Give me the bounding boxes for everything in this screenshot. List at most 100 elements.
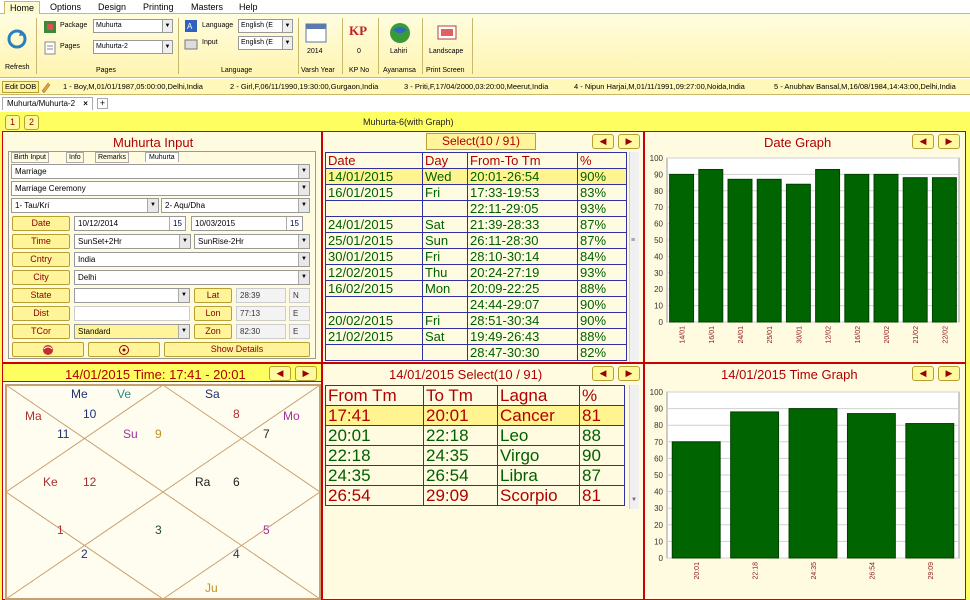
pencil-icon[interactable] bbox=[40, 81, 52, 93]
edit-dob-button[interactable]: Edit DOB bbox=[2, 81, 40, 93]
next-button[interactable]: ▶ bbox=[618, 366, 640, 381]
locate-button[interactable] bbox=[88, 342, 160, 357]
table-row[interactable]: 21/02/2015 Sat 19:49-26:43 88% bbox=[325, 328, 627, 345]
table-row[interactable]: 20:01 22:18 Leo 88 bbox=[325, 425, 625, 446]
country-select[interactable]: India ▼ bbox=[74, 252, 310, 267]
subtab-remarks[interactable]: Remarks bbox=[95, 152, 130, 163]
city-select[interactable]: Delhi ▼ bbox=[74, 270, 310, 285]
previous-button[interactable]: ◀ bbox=[592, 134, 614, 149]
previous-button[interactable]: ◀ bbox=[592, 366, 614, 381]
time-graph-pane: 14/01/2015 Time Graph ◀ ▶ 0 10 20 30 40 50 60 7… bbox=[644, 363, 966, 600]
print-screen-button[interactable]: Print Screen bbox=[426, 67, 465, 74]
kp-number-button[interactable]: KP No bbox=[349, 67, 369, 74]
table-row[interactable]: 24:44-29:07 90% bbox=[325, 296, 627, 313]
district-field[interactable] bbox=[74, 306, 190, 321]
state-select[interactable]: ▼ bbox=[74, 288, 190, 303]
calendar-icon[interactable] bbox=[305, 21, 327, 43]
y-tick-label: 40 bbox=[654, 488, 663, 497]
input-select[interactable]: English (E ▼ bbox=[238, 36, 293, 50]
event-type-select[interactable]: Marriage Ceremony ▼ bbox=[11, 181, 310, 196]
table-row[interactable]: 17:41 20:01 Cancer 81 bbox=[325, 405, 625, 426]
table-row[interactable]: 22:11-29:05 93% bbox=[325, 200, 627, 217]
scrollbar[interactable]: ≡ bbox=[629, 152, 639, 362]
start-date-field[interactable]: 10/12/2014 15 bbox=[74, 216, 186, 231]
next-button[interactable]: ▶ bbox=[938, 134, 960, 149]
next-button[interactable]: ▶ bbox=[938, 366, 960, 381]
subtab-info[interactable]: Info bbox=[66, 152, 84, 163]
show-details-button[interactable]: Show Details bbox=[164, 342, 310, 357]
previous-button[interactable]: ◀ bbox=[269, 366, 291, 381]
world-map-button[interactable] bbox=[12, 342, 84, 357]
scrollbar[interactable]: ▼ bbox=[629, 385, 639, 509]
table-row[interactable]: 24:35 26:54 Libra 87 bbox=[325, 465, 625, 486]
table-cell: 26:54 bbox=[325, 485, 424, 506]
muhurta-input-pane: Muhurta Input Birth Input Info Remarks M… bbox=[2, 131, 322, 363]
calendar-icon[interactable]: 15 bbox=[169, 217, 185, 230]
tab-options[interactable]: Options bbox=[45, 1, 86, 14]
refresh-button[interactable]: Refresh bbox=[5, 64, 30, 71]
subtab-muhurta[interactable]: Muhurta bbox=[145, 152, 179, 162]
start-time-select[interactable]: SunSet+2Hr ▼ bbox=[74, 234, 191, 249]
x-tick-label: 16/01 bbox=[709, 326, 716, 344]
nakshatra-2-select[interactable]: 2- Aqu/Dha ▼ bbox=[161, 198, 310, 213]
dob-entry-4[interactable]: 4 - Nipun Harjai,M,01/11/1991,09:27:00,N… bbox=[574, 82, 745, 91]
pages-select[interactable]: Muhurta-2 ▼ bbox=[93, 40, 173, 54]
dob-entry-1[interactable]: 1 - Boy,M,01/01/1987,05:00:00,Delhi,Indi… bbox=[63, 82, 203, 91]
chevron-down-icon: ▼ bbox=[298, 253, 309, 266]
close-icon[interactable]: × bbox=[83, 99, 88, 108]
scrollbar-thumb[interactable]: ≡ bbox=[631, 237, 638, 249]
time-correction-select[interactable]: Standard ▼ bbox=[74, 324, 190, 339]
table-row[interactable]: 22:18 24:35 Virgo 90 bbox=[325, 445, 625, 466]
package-select[interactable]: Muhurta ▼ bbox=[93, 19, 173, 33]
ayanamsa-button[interactable]: Ayanamsa bbox=[383, 67, 416, 74]
dob-entry-5[interactable]: 5 - Anubhav Bansal,M,16/08/1984,14:43:00… bbox=[774, 82, 956, 91]
x-tick-label: 21/02 bbox=[913, 326, 920, 344]
chevron-down-icon[interactable]: ▼ bbox=[631, 497, 637, 503]
chevron-down-icon: ▼ bbox=[178, 325, 189, 338]
kp-icon[interactable]: KP bbox=[349, 23, 371, 43]
tab-design[interactable]: Design bbox=[93, 1, 131, 14]
tab-help[interactable]: Help bbox=[234, 1, 263, 14]
tab-masters[interactable]: Masters bbox=[186, 1, 228, 14]
document-tab[interactable]: Muhurta/Muhurta-2 × bbox=[2, 97, 93, 110]
next-button[interactable]: ▶ bbox=[618, 134, 640, 149]
add-tab-button[interactable]: + bbox=[97, 98, 108, 109]
table-row[interactable]: 26:54 29:09 Scorpio 81 bbox=[325, 485, 625, 506]
district-label: Dist bbox=[12, 306, 70, 321]
previous-button[interactable]: ◀ bbox=[912, 366, 934, 381]
tab-home[interactable]: Home bbox=[4, 1, 41, 14]
target-icon bbox=[119, 345, 129, 355]
print-screen-icon[interactable] bbox=[436, 22, 458, 42]
page-2-button[interactable]: 2 bbox=[24, 115, 39, 130]
table-row[interactable]: 16/02/2015 Mon 20:09-22:25 88% bbox=[325, 280, 627, 297]
globe-icon[interactable] bbox=[389, 22, 411, 44]
table-row[interactable]: 30/01/2015 Fri 28:10-30:14 84% bbox=[325, 248, 627, 265]
table-row[interactable]: 25/01/2015 Sun 26:11-28:30 87% bbox=[325, 232, 627, 249]
language-select[interactable]: English (E ▼ bbox=[238, 19, 293, 33]
y-tick-label: 30 bbox=[654, 269, 663, 278]
table-cell bbox=[325, 344, 423, 361]
page-1-button[interactable]: 1 bbox=[5, 115, 20, 130]
dob-entry-3[interactable]: 3 - Priti,F,17/04/2000,03:20:00,Meerut,I… bbox=[404, 82, 548, 91]
subtab-birth-input[interactable]: Birth Input bbox=[11, 152, 49, 163]
previous-button[interactable]: ◀ bbox=[912, 134, 934, 149]
kundli-pane: 14/01/2015 Time: 17:41 - 20:01 ◀ ▶ Me Ve… bbox=[2, 363, 322, 600]
calendar-icon[interactable]: 15 bbox=[286, 217, 302, 230]
house-number: 4 bbox=[233, 547, 240, 561]
table-row[interactable]: 14/01/2015 Wed 20:01-26:54 90% bbox=[325, 168, 627, 185]
refresh-icon[interactable] bbox=[6, 28, 28, 50]
table-row[interactable]: 24/01/2015 Sat 21:39-28:33 87% bbox=[325, 216, 627, 233]
table-row[interactable]: 12/02/2015 Thu 20:24-27:19 93% bbox=[325, 264, 627, 281]
next-button[interactable]: ▶ bbox=[295, 366, 317, 381]
dob-entry-2[interactable]: 2 - Girl,F,06/11/1990,19:30:00,Gurgaon,I… bbox=[230, 82, 378, 91]
table-cell: Fri bbox=[422, 184, 468, 201]
end-time-select[interactable]: SunRise-2Hr ▼ bbox=[194, 234, 310, 249]
table-row[interactable]: 28:47-30:30 82% bbox=[325, 344, 627, 361]
table-row[interactable]: 16/01/2015 Fri 17:33-19:53 83% bbox=[325, 184, 627, 201]
table-row[interactable]: 20/02/2015 Fri 28:51-30:34 90% bbox=[325, 312, 627, 329]
nakshatra-1-select[interactable]: 1- Tau/Kri ▼ bbox=[11, 198, 159, 213]
end-date-field[interactable]: 10/03/2015 15 bbox=[191, 216, 303, 231]
tab-printing[interactable]: Printing bbox=[138, 1, 179, 14]
varsh-year-button[interactable]: Varsh Year bbox=[301, 67, 335, 74]
event-select[interactable]: Marriage ▼ bbox=[11, 164, 310, 179]
